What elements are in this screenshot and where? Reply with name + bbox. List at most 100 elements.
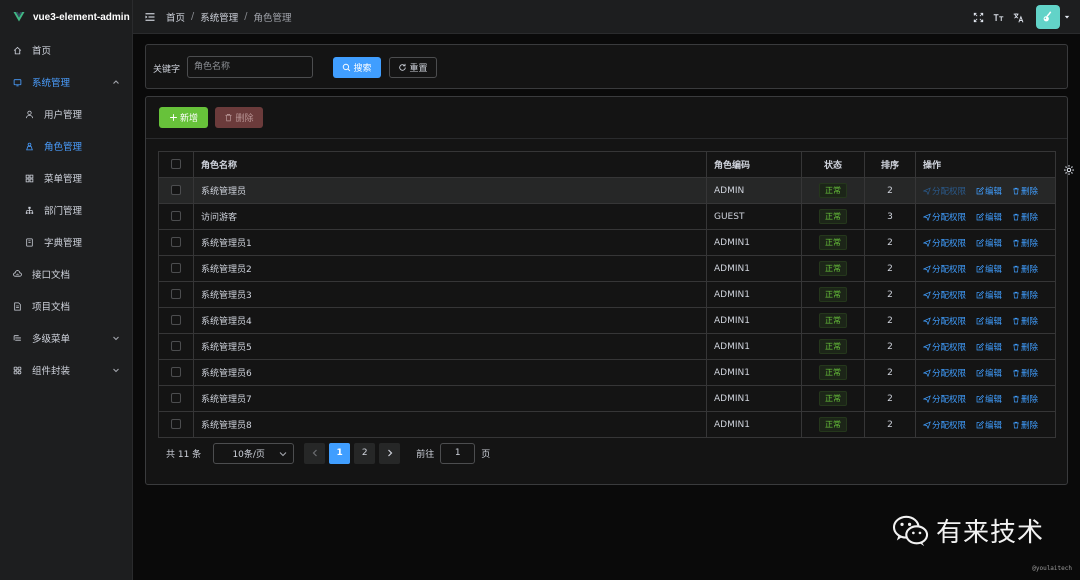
assign-permission-link[interactable]: 分配权限 — [923, 419, 966, 431]
next-page-button[interactable] — [379, 442, 401, 464]
status-cell: 正常 — [801, 411, 865, 438]
status-cell: 正常 — [801, 307, 865, 334]
sidebar-item[interactable]: 多级菜单 — [0, 322, 132, 354]
sidebar-item-label: 菜单管理 — [44, 174, 83, 185]
reset-button[interactable]: 重置 — [389, 57, 437, 78]
delete-link[interactable]: 删除 — [1012, 393, 1038, 405]
add-role-button[interactable]: 新增 — [159, 107, 208, 128]
search-button[interactable]: 搜索 — [333, 57, 381, 78]
page-2-button[interactable]: 2 — [354, 442, 376, 464]
sidebar: vue3-element-admin 首页系统管理 用户管理 角色管理菜单管理部门管… — [0, 0, 133, 580]
assign-permission-label: 分配权限 — [932, 264, 967, 275]
app-logo[interactable]: vue3-element-admin — [0, 0, 132, 34]
delete-link[interactable]: 删除 — [1012, 263, 1038, 275]
row-checkbox[interactable] — [171, 237, 181, 248]
sort-cell: 2 — [864, 255, 916, 282]
assign-permission-link[interactable]: 分配权限 — [923, 367, 966, 379]
assign-permission-link[interactable]: 分配权限 — [923, 315, 966, 327]
page-size-select[interactable]: 10条/页 — [213, 442, 295, 464]
sidebar-item[interactable]: 项目文档 — [0, 290, 132, 322]
font-size-icon[interactable] — [992, 11, 1004, 23]
edit-link[interactable]: 编辑 — [976, 419, 1002, 431]
row-checkbox[interactable] — [171, 211, 181, 222]
assign-permission-link[interactable]: 分配权限 — [923, 185, 966, 197]
trash-icon — [1013, 369, 1019, 376]
vue-logo-icon — [13, 12, 25, 22]
edit-link[interactable]: 编辑 — [976, 393, 1002, 405]
sidebar-item[interactable]: 角色管理 — [0, 130, 132, 162]
edit-link[interactable]: 编辑 — [976, 185, 1002, 197]
edit-link[interactable]: 编辑 — [976, 289, 1002, 301]
role-code-cell: ADMIN1 — [706, 411, 802, 438]
assign-permission-link[interactable]: 分配权限 — [923, 393, 966, 405]
assign-permission-label: 分配权限 — [932, 186, 967, 197]
sidebar-item[interactable]: 接口文档 — [0, 258, 132, 290]
delete-link[interactable]: 删除 — [1012, 289, 1038, 301]
sidebar-toggle-icon[interactable] — [144, 11, 156, 23]
table-row: 系统管理员2 ADMIN1 正常 2 分配权限 编辑 删除 — [158, 255, 1056, 282]
sidebar-item[interactable]: 部门管理 — [0, 194, 132, 226]
send-icon — [923, 238, 931, 247]
menu-grid-icon — [25, 174, 34, 183]
settings-gear-icon[interactable] — [1063, 164, 1075, 176]
breadcrumb-system[interactable]: 系统管理 — [200, 10, 238, 24]
sidebar-item[interactable]: 菜单管理 — [0, 162, 132, 194]
row-checkbox[interactable] — [171, 315, 181, 326]
actions-cell: 分配权限 编辑 删除 — [915, 229, 1056, 256]
edit-link[interactable]: 编辑 — [976, 263, 1002, 275]
row-select-cell — [158, 255, 194, 282]
select-all-checkbox[interactable] — [171, 159, 181, 170]
row-checkbox[interactable] — [171, 419, 181, 430]
delete-link[interactable]: 删除 — [1012, 211, 1038, 223]
user-avatar[interactable] — [1036, 5, 1060, 29]
role-name-cell: 访问游客 — [193, 203, 707, 230]
sidebar-item[interactable]: 用户管理 — [0, 98, 132, 130]
status-cell: 正常 — [801, 385, 865, 412]
sidebar-item[interactable]: 字典管理 — [0, 226, 132, 258]
edit-link[interactable]: 编辑 — [976, 237, 1002, 249]
row-checkbox[interactable] — [171, 367, 181, 378]
trash-icon — [1013, 265, 1019, 272]
role-icon — [25, 142, 34, 151]
assign-permission-link[interactable]: 分配权限 — [923, 237, 966, 249]
prev-page-button[interactable] — [304, 442, 326, 464]
delete-link[interactable]: 删除 — [1012, 185, 1038, 197]
delete-button-label: 删除 — [235, 114, 254, 124]
row-checkbox[interactable] — [171, 185, 181, 196]
sidebar-item-label: 首页 — [32, 46, 52, 57]
trash-icon — [1013, 343, 1019, 350]
role-name-search-input[interactable] — [187, 56, 313, 78]
row-checkbox[interactable] — [171, 263, 181, 274]
sidebar-item[interactable]: 组件封装 — [0, 354, 132, 386]
status-badge: 正常 — [819, 391, 847, 406]
sidebar-item[interactable]: 系统管理 — [0, 66, 132, 98]
top-navbar: 首页 / 系统管理 / 角色管理 — [133, 0, 1080, 34]
caret-down-icon[interactable] — [1064, 14, 1070, 20]
fullscreen-icon[interactable] — [972, 11, 984, 23]
edit-link[interactable]: 编辑 — [976, 341, 1002, 353]
delete-link[interactable]: 删除 — [1012, 419, 1038, 431]
status-badge: 正常 — [819, 261, 847, 276]
delete-link[interactable]: 删除 — [1012, 341, 1038, 353]
goto-unit: 页 — [481, 449, 491, 460]
assign-permission-link[interactable]: 分配权限 — [923, 211, 966, 223]
language-icon[interactable] — [1012, 11, 1024, 23]
row-checkbox[interactable] — [171, 393, 181, 404]
breadcrumb-home[interactable]: 首页 — [166, 10, 185, 24]
assign-permission-link[interactable]: 分配权限 — [923, 263, 966, 275]
row-checkbox[interactable] — [171, 289, 181, 300]
status-badge: 正常 — [819, 365, 847, 380]
row-checkbox[interactable] — [171, 341, 181, 352]
goto-page-input[interactable] — [440, 442, 476, 464]
delete-link[interactable]: 删除 — [1012, 315, 1038, 327]
edit-link[interactable]: 编辑 — [976, 315, 1002, 327]
page-1-button[interactable]: 1 — [329, 442, 351, 464]
edit-link[interactable]: 编辑 — [976, 367, 1002, 379]
delete-link[interactable]: 删除 — [1012, 367, 1038, 379]
assign-permission-link[interactable]: 分配权限 — [923, 289, 966, 301]
assign-permission-link[interactable]: 分配权限 — [923, 341, 966, 353]
delete-link[interactable]: 删除 — [1012, 237, 1038, 249]
batch-delete-button[interactable]: 删除 — [215, 107, 263, 128]
edit-link[interactable]: 编辑 — [976, 211, 1002, 223]
sidebar-item[interactable]: 首页 — [0, 34, 132, 66]
